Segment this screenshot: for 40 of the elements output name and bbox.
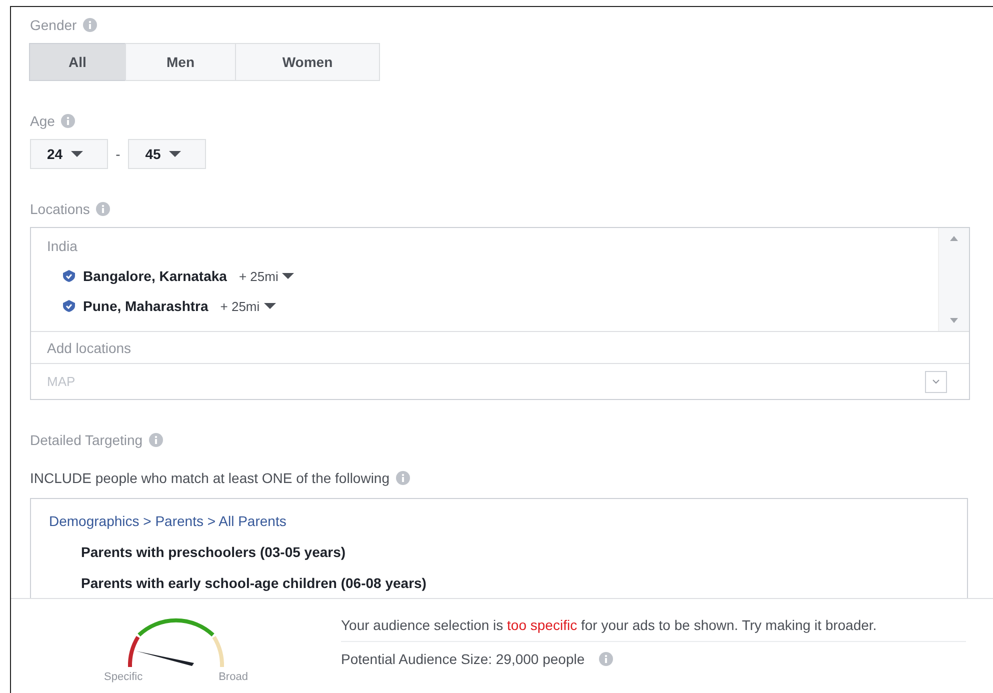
specific-label: Specific xyxy=(104,671,143,683)
broad-label: Broad xyxy=(218,671,248,683)
chevron-icon xyxy=(932,379,940,384)
radius-dropdown[interactable]: + 25mi xyxy=(220,298,276,314)
include-label: INCLUDE people who match at least ONE of the following xyxy=(30,470,390,486)
map-label: MAP xyxy=(47,374,76,389)
age-separator: - xyxy=(116,146,120,162)
map-toggle-button[interactable] xyxy=(925,370,947,392)
caret-icon xyxy=(168,150,181,158)
scroll-down-icon[interactable] xyxy=(950,318,958,323)
audience-size: Potential Audience Size: 29,000 people xyxy=(341,651,585,667)
targeting-item: Parents with early school-age children (06-08 years) xyxy=(81,575,428,591)
pin-icon xyxy=(63,270,75,282)
caret-icon xyxy=(70,150,83,158)
country-label: India xyxy=(47,238,78,254)
gender-option[interactable]: All xyxy=(29,43,126,81)
info-icon[interactable] xyxy=(598,652,613,666)
age-min-dropdown[interactable]: 24 xyxy=(30,139,108,169)
info-icon[interactable] xyxy=(60,114,75,128)
location-name: Bangalore, Karnataka xyxy=(83,268,227,284)
age-label: Age xyxy=(30,113,55,129)
audience-warning: Your audience selection is too specific for your ads to be shown. Try making it broader. xyxy=(341,615,966,642)
radius-dropdown[interactable]: + 25mi xyxy=(238,268,294,284)
location-name: Pune, Maharashtra xyxy=(83,298,208,314)
locations-label: Locations xyxy=(30,201,90,217)
gender-option[interactable]: Men xyxy=(125,43,236,81)
scroll-up-icon[interactable] xyxy=(950,236,958,241)
pin-icon xyxy=(63,300,75,312)
info-icon[interactable] xyxy=(396,471,410,485)
caret-icon xyxy=(264,302,276,310)
breadcrumb: Demographics > Parents > All Parents xyxy=(49,513,286,529)
info-icon[interactable] xyxy=(82,18,97,32)
info-icon[interactable] xyxy=(148,433,163,447)
info-icon[interactable] xyxy=(96,202,110,216)
caret-icon xyxy=(282,272,294,280)
targeting-item: Parents with preschoolers (03-05 years) xyxy=(81,544,347,560)
gender-option[interactable]: Women xyxy=(235,43,380,81)
gender-label: Gender xyxy=(30,17,77,33)
detailed-targeting-label: Detailed Targeting xyxy=(30,432,143,448)
age-max-dropdown[interactable]: 45 xyxy=(128,139,206,169)
